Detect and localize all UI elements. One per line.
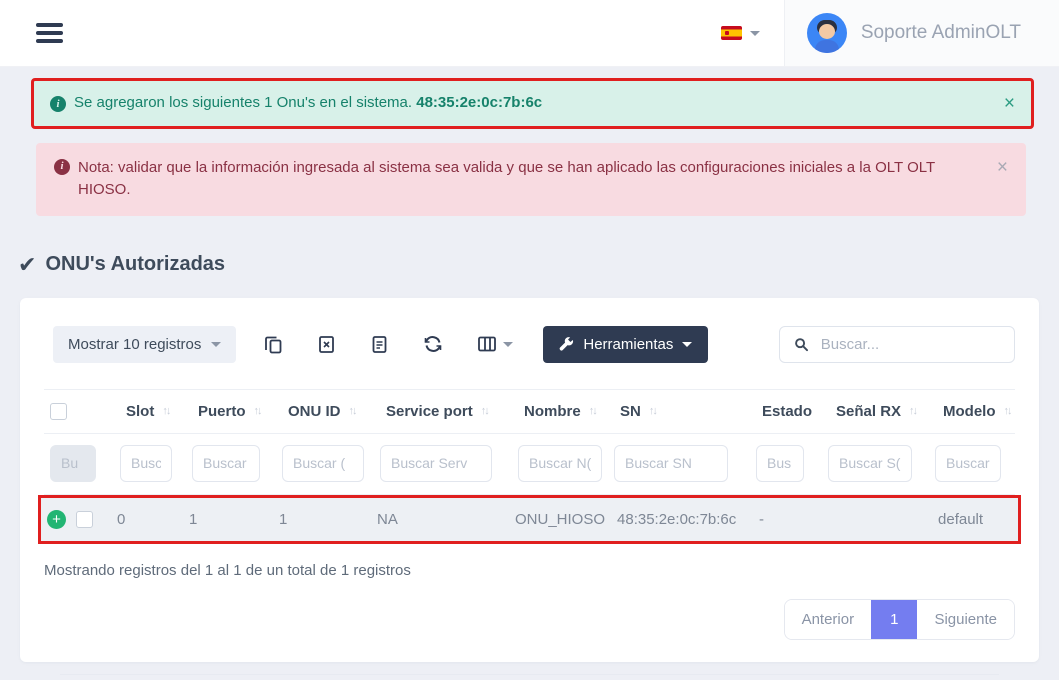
filter-service-port-input[interactable] bbox=[380, 445, 492, 482]
page-length-label: Mostrar 10 registros bbox=[68, 336, 201, 353]
cell-service-port: NA bbox=[371, 511, 509, 528]
pagination-previous[interactable]: Anterior bbox=[785, 600, 872, 639]
table-header-row: Slot ↑↓ Puerto ↑↓ ONU ID ↑↓ Service port… bbox=[44, 389, 1015, 434]
sort-icon[interactable]: ↑↓ bbox=[254, 405, 261, 417]
note-alert-text: Nota: validar que la información ingresa… bbox=[78, 157, 997, 202]
column-visibility-button[interactable] bbox=[471, 329, 519, 359]
page-content: i Se agregaron los siguientes 1 Onu's en… bbox=[0, 67, 1059, 680]
user-name: Soporte AdminOLT bbox=[861, 22, 1021, 44]
user-menu[interactable]: Soporte AdminOLT bbox=[784, 0, 1059, 66]
success-alert-text: Se agregaron los siguientes 1 Onu's en e… bbox=[74, 94, 412, 111]
column-header-sn[interactable]: SN ↑↓ bbox=[614, 403, 662, 420]
filter-puerto-input[interactable] bbox=[192, 445, 260, 482]
refresh-icon bbox=[423, 334, 443, 354]
close-icon[interactable]: × bbox=[997, 158, 1008, 177]
cell-onu-id: 1 bbox=[273, 511, 371, 528]
column-header-senal-rx[interactable]: Señal RX ↑↓ bbox=[830, 403, 922, 420]
excel-export-button[interactable] bbox=[311, 329, 342, 360]
cell-puerto: 1 bbox=[183, 511, 273, 528]
table-toolbar: Mostrar 10 registros bbox=[44, 326, 1015, 363]
top-bar: Soporte AdminOLT bbox=[0, 0, 1059, 67]
menu-icon[interactable] bbox=[36, 19, 63, 47]
select-all-checkbox[interactable] bbox=[50, 403, 67, 420]
cell-sn: 48:35:2e:0c:7b:6c bbox=[611, 511, 753, 528]
search-icon bbox=[794, 336, 809, 353]
section-title-row: ✔ ONU's Autorizadas bbox=[18, 252, 1059, 278]
pagination: Anterior 1 Siguiente bbox=[784, 599, 1015, 640]
column-header-estado[interactable]: Estado bbox=[756, 403, 818, 420]
sort-icon[interactable]: ↑↓ bbox=[162, 405, 169, 417]
copy-icon bbox=[264, 335, 283, 354]
tools-dropdown-button[interactable]: Herramientas bbox=[543, 326, 708, 363]
column-header-puerto[interactable]: Puerto ↑↓ bbox=[192, 403, 267, 420]
pagination-next[interactable]: Siguiente bbox=[917, 600, 1014, 639]
topbar-right: Soporte AdminOLT bbox=[697, 0, 1059, 66]
cell-slot: 0 bbox=[111, 511, 183, 528]
success-alert: i Se agregaron los siguientes 1 Onu's en… bbox=[31, 78, 1034, 129]
column-header-nombre[interactable]: Nombre ↑↓ bbox=[518, 403, 602, 420]
sort-icon[interactable]: ↑↓ bbox=[1004, 405, 1011, 417]
note-alert: i Nota: validar que la información ingre… bbox=[36, 143, 1026, 216]
filter-nombre-input[interactable] bbox=[518, 445, 602, 482]
columns-icon bbox=[477, 335, 497, 353]
filter-sn-input[interactable] bbox=[614, 445, 728, 482]
refresh-button[interactable] bbox=[417, 328, 449, 360]
search-input[interactable] bbox=[821, 336, 1000, 353]
avatar bbox=[807, 13, 847, 53]
filter-estado-input[interactable] bbox=[756, 445, 804, 482]
cell-estado: - bbox=[753, 511, 825, 528]
column-header-slot[interactable]: Slot ↑↓ bbox=[120, 403, 175, 420]
page-title: ONU's Autorizadas bbox=[45, 253, 225, 276]
wrench-icon bbox=[559, 337, 574, 352]
column-header-modelo[interactable]: Modelo ↑↓ bbox=[937, 403, 1017, 420]
pagination-page-1[interactable]: 1 bbox=[871, 600, 917, 639]
file-export-button[interactable] bbox=[364, 329, 395, 360]
success-alert-message: Se agregaron los siguientes 1 Onu's en e… bbox=[74, 92, 1004, 115]
chevron-down-icon bbox=[682, 342, 692, 347]
column-header-onu-id[interactable]: ONU ID ↑↓ bbox=[282, 403, 362, 420]
close-icon[interactable]: × bbox=[1004, 94, 1015, 113]
pagination-row: Anterior 1 Siguiente bbox=[44, 599, 1015, 640]
language-selector[interactable] bbox=[697, 26, 784, 40]
excel-icon bbox=[317, 335, 336, 354]
tools-label: Herramientas bbox=[583, 336, 673, 353]
info-icon: i bbox=[50, 96, 66, 112]
table-filter-row bbox=[44, 434, 1015, 495]
cell-nombre: ONU_HIOSO bbox=[509, 511, 611, 528]
sort-icon[interactable]: ↑↓ bbox=[349, 405, 356, 417]
info-icon: i bbox=[54, 159, 70, 175]
chevron-down-icon bbox=[211, 342, 221, 347]
onus-table: Slot ↑↓ Puerto ↑↓ ONU ID ↑↓ Service port… bbox=[44, 389, 1015, 544]
spain-flag-icon bbox=[721, 26, 742, 40]
sort-icon[interactable]: ↑↓ bbox=[649, 405, 656, 417]
expand-row-button[interactable]: + bbox=[47, 510, 66, 529]
chevron-down-icon bbox=[503, 342, 513, 347]
search-box bbox=[779, 326, 1015, 363]
table-row[interactable]: + 0 1 1 NA ONU_HIOSO 48:35:2e:0c:7b:6c -… bbox=[38, 495, 1021, 544]
footer-divider bbox=[60, 674, 999, 680]
filter-slot-input[interactable] bbox=[120, 445, 172, 482]
onu-mac-address: 48:35:2e:0c:7b:6c bbox=[416, 94, 542, 111]
chevron-down-icon bbox=[750, 31, 760, 36]
filter-senal-rx-input[interactable] bbox=[828, 445, 912, 482]
sort-icon[interactable]: ↑↓ bbox=[589, 405, 596, 417]
filter-select-input bbox=[50, 445, 96, 482]
sort-icon[interactable]: ↑↓ bbox=[481, 405, 488, 417]
check-icon: ✔ bbox=[18, 252, 36, 278]
row-checkbox[interactable] bbox=[76, 511, 93, 528]
column-header-service-port[interactable]: Service port ↑↓ bbox=[380, 403, 494, 420]
onus-card: Mostrar 10 registros bbox=[20, 298, 1039, 662]
document-icon bbox=[370, 335, 389, 354]
sort-icon[interactable]: ↑↓ bbox=[909, 405, 916, 417]
table-info: Mostrando registros del 1 al 1 de un tot… bbox=[44, 562, 1015, 579]
filter-onu-id-input[interactable] bbox=[282, 445, 364, 482]
filter-modelo-input[interactable] bbox=[935, 445, 1001, 482]
cell-modelo: default bbox=[932, 511, 1018, 528]
copy-button[interactable] bbox=[258, 329, 289, 360]
page-length-select[interactable]: Mostrar 10 registros bbox=[53, 326, 236, 363]
